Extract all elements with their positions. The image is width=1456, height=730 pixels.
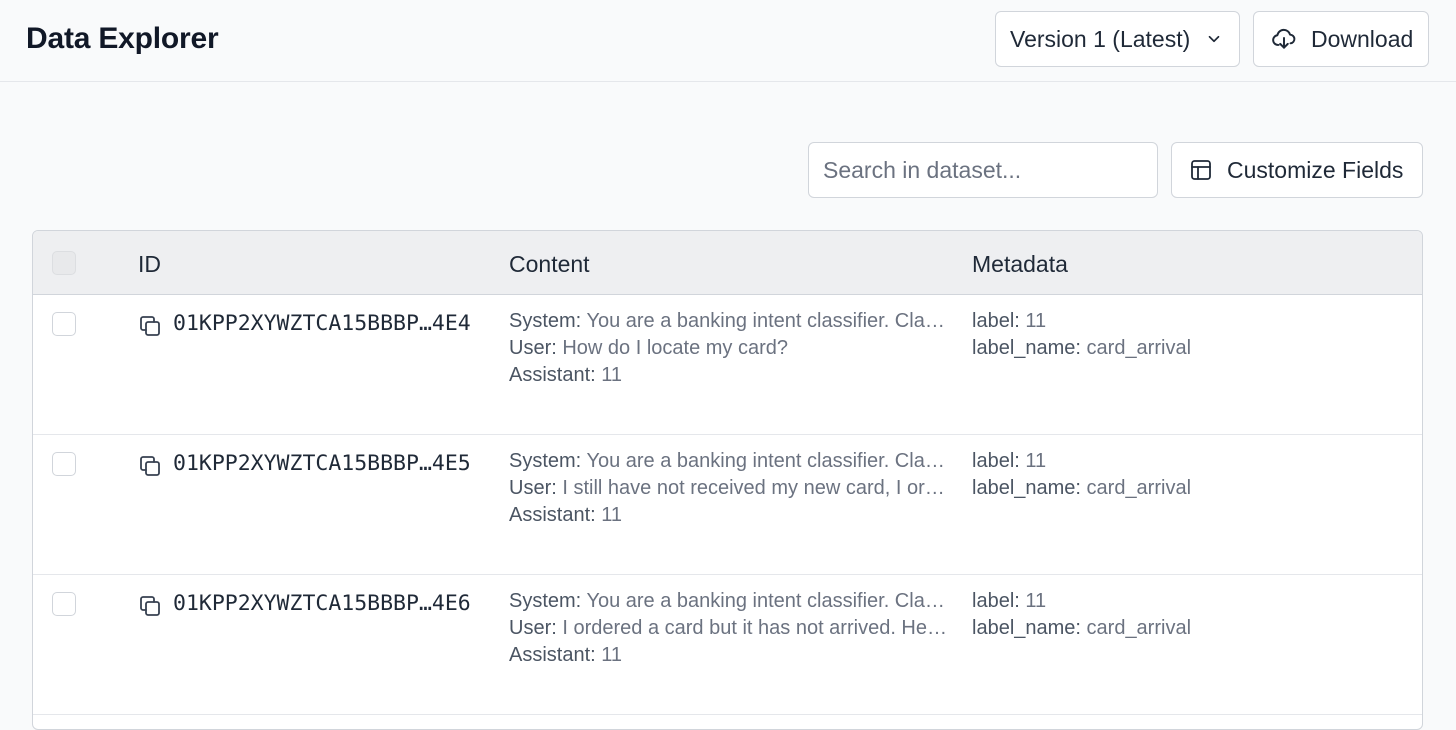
label-value: 11 xyxy=(1025,450,1047,472)
row-content: System: You are a banking intent classif… xyxy=(509,448,947,529)
label-name-value: card_arrival xyxy=(1086,337,1192,359)
user-text: I ordered a card but it has not arrived.… xyxy=(562,617,947,639)
assistant-text: 11 xyxy=(601,644,623,666)
label-key: label: xyxy=(972,590,1020,612)
copy-icon[interactable] xyxy=(138,594,162,618)
version-select[interactable]: Version 1 (Latest) xyxy=(995,11,1240,67)
row-id: 01KPP2XYWZTCA15BBBP…4E6 xyxy=(173,591,471,616)
label-key: label: xyxy=(972,310,1020,332)
row-metadata: label: 11 label_name: card_arrival xyxy=(972,588,1392,642)
user-key: User: xyxy=(509,617,557,639)
version-select-label: Version 1 (Latest) xyxy=(1010,25,1191,52)
search-input[interactable] xyxy=(808,142,1158,198)
row-metadata: label: 11 label_name: card_arrival xyxy=(972,308,1392,362)
download-button[interactable]: Download xyxy=(1253,11,1429,67)
system-key: System: xyxy=(509,450,582,472)
label-value: 11 xyxy=(1025,590,1047,612)
assistant-key: Assistant: xyxy=(509,644,596,666)
row-id: 01KPP2XYWZTCA15BBBP…4E5 xyxy=(173,451,471,476)
table-layout-icon xyxy=(1191,160,1211,180)
data-table: ID Content Metadata 01KPP2XYWZTCA15BBBP…… xyxy=(32,230,1423,730)
system-text: You are a banking intent classifier. Cla… xyxy=(586,310,947,332)
table-row[interactable]: 01KPP2XYWZTCA15BBBP…4E5 System: You are … xyxy=(33,435,1422,575)
cloud-download-icon xyxy=(1272,28,1296,49)
row-content: System: You are a banking intent classif… xyxy=(509,308,947,389)
copy-icon[interactable] xyxy=(138,314,162,338)
label-value: 11 xyxy=(1025,310,1047,332)
label-name-key: label_name: xyxy=(972,477,1081,499)
assistant-text: 11 xyxy=(601,364,623,386)
system-text: You are a banking intent classifier. Cla… xyxy=(586,450,947,472)
system-text: You are a banking intent classifier. Cla… xyxy=(586,590,947,612)
table-row[interactable]: 01KPP2XYWZTCA15BBBP…4E6 System: You are … xyxy=(33,575,1422,715)
label-name-key: label_name: xyxy=(972,617,1081,639)
system-key: System: xyxy=(509,310,582,332)
user-key: User: xyxy=(509,337,557,359)
page-title: Data Explorer xyxy=(26,22,219,55)
label-name-value: card_arrival xyxy=(1086,477,1192,499)
user-text: How do I locate my card? xyxy=(562,337,789,359)
copy-icon[interactable] xyxy=(138,454,162,478)
download-label: Download xyxy=(1311,25,1414,52)
label-name-key: label_name: xyxy=(972,337,1081,359)
table-row[interactable]: 01KPP2XYWZTCA15BBBP…4E4 System: You are … xyxy=(33,295,1422,435)
assistant-text: 11 xyxy=(601,504,623,526)
column-header-content[interactable]: Content xyxy=(509,251,590,278)
system-key: System: xyxy=(509,590,582,612)
assistant-key: Assistant: xyxy=(509,504,596,526)
label-key: label: xyxy=(972,450,1020,472)
user-key: User: xyxy=(509,477,557,499)
row-checkbox[interactable] xyxy=(52,312,76,336)
top-header: Data Explorer Version 1 (Latest) Downloa… xyxy=(0,0,1456,82)
select-all-checkbox[interactable] xyxy=(52,251,76,275)
row-checkbox[interactable] xyxy=(52,592,76,616)
row-metadata: label: 11 label_name: card_arrival xyxy=(972,448,1392,502)
row-id: 01KPP2XYWZTCA15BBBP…4E4 xyxy=(173,311,471,336)
row-content: System: You are a banking intent classif… xyxy=(509,588,947,669)
column-header-id[interactable]: ID xyxy=(138,251,161,278)
label-name-value: card_arrival xyxy=(1086,617,1192,639)
customize-fields-label: Customize Fields xyxy=(1227,156,1404,183)
customize-fields-button[interactable]: Customize Fields xyxy=(1171,142,1423,198)
assistant-key: Assistant: xyxy=(509,364,596,386)
row-checkbox[interactable] xyxy=(52,452,76,476)
user-text: I still have not received my new card, I… xyxy=(562,477,947,499)
column-header-metadata[interactable]: Metadata xyxy=(972,251,1068,278)
table-header: ID Content Metadata xyxy=(33,231,1422,295)
chevron-down-icon xyxy=(1208,35,1220,43)
